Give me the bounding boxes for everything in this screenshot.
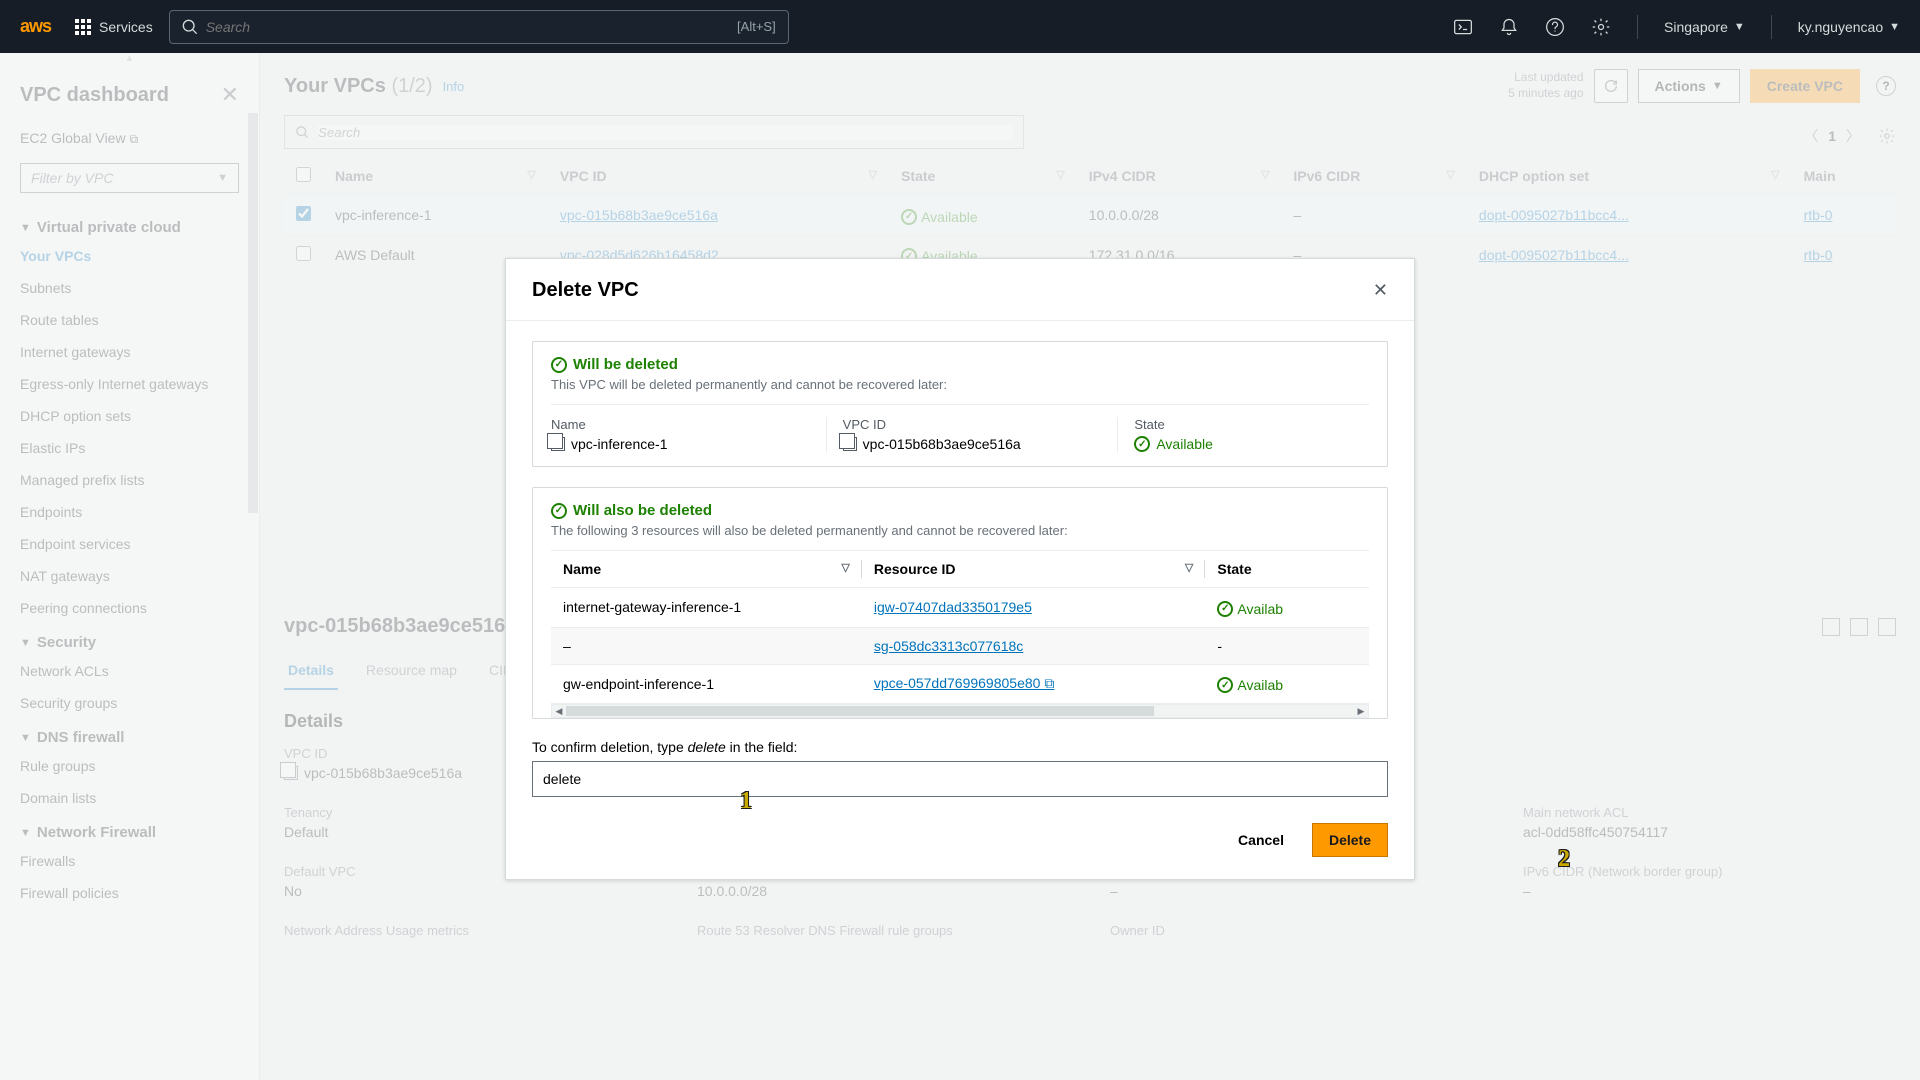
modal-footer: Cancel Delete xyxy=(506,817,1414,879)
gear-icon[interactable] xyxy=(1591,17,1611,37)
col-resource-id[interactable]: Resource ID▽ xyxy=(862,551,1206,588)
user-menu[interactable]: ky.nguyencao ▼ xyxy=(1798,19,1900,35)
resource-link[interactable]: vpce-057dd769969805e80 ⧉ xyxy=(874,675,1055,691)
table-row: gw-endpoint-inference-1 vpce-057dd769969… xyxy=(551,664,1369,704)
will-be-deleted-box: Will be deleted This VPC will be deleted… xyxy=(532,341,1388,467)
col-name[interactable]: Name▽ xyxy=(551,551,862,588)
check-icon xyxy=(1134,436,1150,452)
search-icon xyxy=(182,19,198,35)
cancel-button[interactable]: Cancel xyxy=(1222,823,1300,857)
table-row: internet-gateway-inference-1 igw-07407da… xyxy=(551,588,1369,628)
caret-down-icon: ▼ xyxy=(1734,21,1745,33)
resources-table: Name▽ Resource ID▽ State internet-gatewa… xyxy=(551,550,1369,704)
services-label: Services xyxy=(99,19,153,35)
copy-icon[interactable] xyxy=(551,437,565,451)
search-input[interactable] xyxy=(206,19,737,35)
resource-link[interactable]: sg-058dc3313c077618c xyxy=(874,638,1023,654)
grid-icon xyxy=(75,19,91,35)
sort-icon: ▽ xyxy=(841,561,849,574)
aws-logo[interactable]: aws xyxy=(20,16,51,37)
annotation-2: 2 xyxy=(1558,846,1570,873)
table-row: – sg-058dc3313c077618c - xyxy=(551,627,1369,664)
check-icon xyxy=(1217,601,1233,617)
caret-down-icon: ▼ xyxy=(1889,21,1900,33)
delete-vpc-modal: Delete VPC ✕ Will be deleted This VPC wi… xyxy=(505,258,1415,880)
scroll-right-icon[interactable]: ▶ xyxy=(1354,705,1368,717)
resource-link[interactable]: igw-07407dad3350179e5 xyxy=(874,599,1032,615)
cloudshell-icon[interactable] xyxy=(1453,17,1473,37)
check-icon xyxy=(1217,677,1233,693)
copy-icon[interactable] xyxy=(843,437,857,451)
sort-icon: ▽ xyxy=(1185,561,1193,574)
topnav-right: Singapore ▼ ky.nguyencao ▼ xyxy=(1453,15,1900,39)
divider xyxy=(1771,15,1772,39)
modal-header: Delete VPC ✕ xyxy=(506,259,1414,321)
col-state[interactable]: State xyxy=(1205,551,1369,588)
check-icon xyxy=(551,503,567,519)
bell-icon[interactable] xyxy=(1499,17,1519,37)
top-nav: aws Services [Alt+S] Singapore ▼ ky.nguy… xyxy=(0,0,1920,53)
confirm-input[interactable] xyxy=(532,761,1388,797)
annotation-1: 1 xyxy=(740,788,752,815)
help-icon[interactable] xyxy=(1545,17,1565,37)
scroll-thumb[interactable] xyxy=(566,706,1154,716)
will-also-be-deleted-box: Will also be deleted The following 3 res… xyxy=(532,487,1388,719)
scroll-left-icon[interactable]: ◀ xyxy=(552,705,566,717)
region-selector[interactable]: Singapore ▼ xyxy=(1664,19,1745,35)
divider xyxy=(1637,15,1638,39)
external-link-icon: ⧉ xyxy=(1044,675,1054,691)
delete-button[interactable]: Delete xyxy=(1312,823,1388,857)
check-icon xyxy=(551,357,567,373)
services-button[interactable]: Services xyxy=(75,19,153,35)
table-hscroll[interactable]: ◀ ▶ xyxy=(551,704,1369,718)
modal-body: Will be deleted This VPC will be deleted… xyxy=(506,321,1414,817)
close-icon[interactable]: ✕ xyxy=(1373,280,1388,301)
global-search[interactable]: [Alt+S] xyxy=(169,10,789,44)
confirm-instruction: To confirm deletion, type delete in the … xyxy=(532,739,1388,755)
search-hint: [Alt+S] xyxy=(737,19,776,34)
modal-title: Delete VPC xyxy=(532,279,639,302)
